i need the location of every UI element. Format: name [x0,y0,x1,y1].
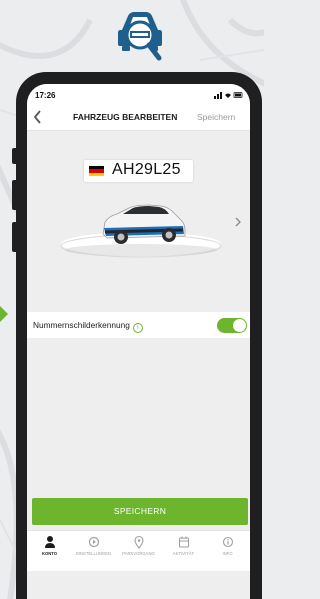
info-icon[interactable]: i [132,323,143,333]
plate-recognition-row: Nummernschilderkennung i [27,312,250,338]
tab-label: AKTIVITÄT [172,551,195,556]
page-title: FAHRZEUG BEARBEITEN [73,112,178,122]
plate-number: AH29L25 [112,161,181,178]
tab-parkvorgang[interactable]: PARKVORGANG [116,535,161,556]
next-vehicle-chevron-icon[interactable] [234,216,242,231]
chevron-left-icon[interactable] [31,107,45,127]
plate-recognition-toggle[interactable] [217,318,247,333]
navigation-bar: FAHRZEUG BEARBEITEN Speichern [27,106,250,131]
tab-label: KONTO [41,551,58,556]
tab-label: EINSTELLUNGEN [76,551,111,556]
tab-einstellungen[interactable]: EINSTELLUNGEN [71,535,116,556]
tab-aktivitaet[interactable]: AKTIVITÄT [161,535,206,556]
toggle-knob [233,319,246,332]
save-button[interactable]: SPEICHERN [32,498,248,525]
app-logo [118,12,162,61]
tab-bar: KONTO EINSTELLUNGEN PARKVORGANG AKTIVITÄ… [27,530,250,571]
plate-recognition-label: Nummernschilderkennung i [33,320,143,333]
status-bar: 17:26 [27,84,250,106]
phone-side-button [12,222,16,252]
calendar-icon [178,536,189,548]
car-image [60,204,222,258]
tab-konto[interactable]: KONTO [27,535,72,556]
license-plate: AH29L25 [84,160,193,182]
tab-label: INFO [222,551,233,556]
save-link[interactable]: Speichern [197,112,235,122]
pointer-arrow [0,306,8,322]
tab-info[interactable]: INFO [205,535,250,556]
location-pin-icon [133,535,144,549]
status-time: 17:26 [35,91,56,100]
tab-label: PARKVORGANG [122,551,155,556]
germany-flag-icon [89,166,104,176]
plate-recognition-text: Nummernschilderkennung [33,320,130,330]
phone-side-button [12,180,16,210]
settings-circle-icon [88,536,99,548]
status-icons [214,91,244,101]
phone-side-button [12,148,16,164]
info-icon [222,536,233,548]
phone-screen: 17:26 FAHRZEUG BEARBEITEN Speichern AH29… [27,84,250,599]
person-icon [44,536,55,548]
